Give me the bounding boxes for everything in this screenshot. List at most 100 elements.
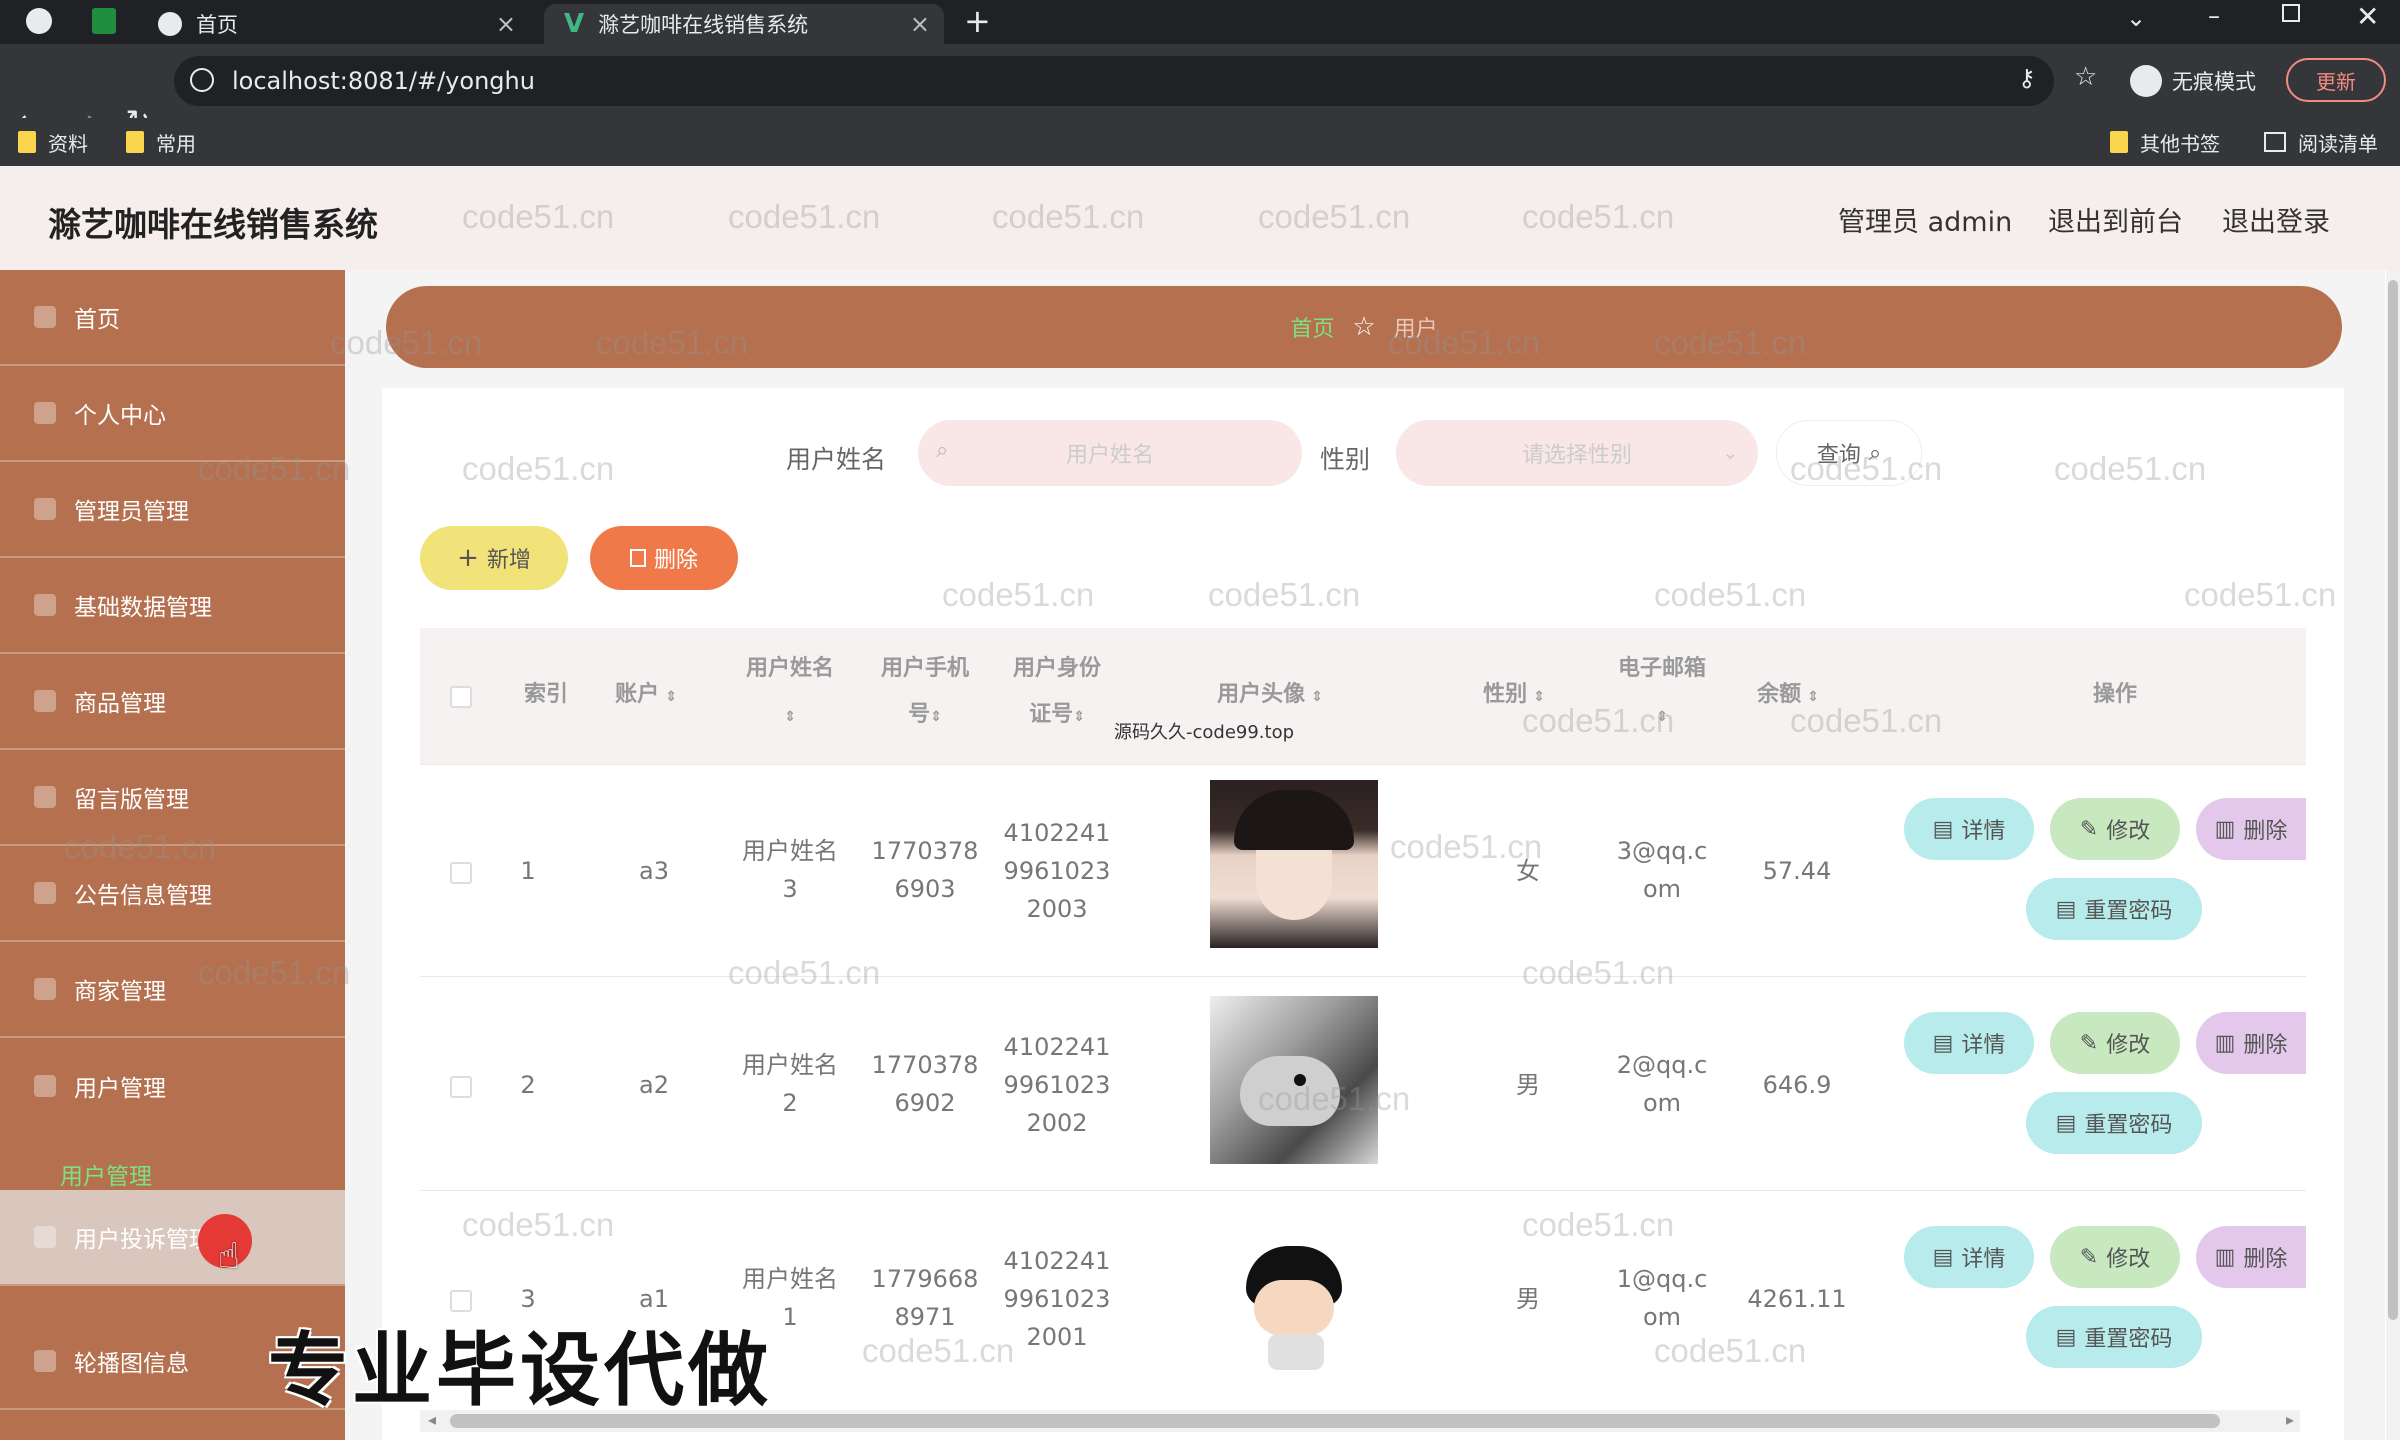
cell-phone-line1: 1779668 xyxy=(871,1265,979,1293)
col-account[interactable]: 账户 ⇕ xyxy=(600,672,692,720)
breadcrumb-home[interactable]: 首页 xyxy=(1290,311,1334,343)
incognito-badge[interactable]: 无痕模式 xyxy=(2130,60,2256,102)
delete-label: 删除 xyxy=(653,548,698,573)
watermark: code51.cn xyxy=(1654,576,1807,613)
row-checkbox[interactable] xyxy=(450,862,472,884)
reset-label: 重置密码 xyxy=(2084,1327,2173,1352)
bookmarks-bar: 资料 常用 其他书签 阅读清单 xyxy=(0,118,2400,166)
select-all-checkbox[interactable] xyxy=(450,686,472,708)
cell-id-line2: 9961023 xyxy=(1003,1285,1111,1313)
watermark: code51.cn xyxy=(198,450,351,487)
col-idcard[interactable]: 用户身份证号⇕ xyxy=(1004,646,1110,740)
cartoon-face-shape xyxy=(1254,1280,1334,1336)
name-search-input[interactable]: ⌕ 用户姓名 xyxy=(918,420,1302,486)
cell-gender: 男 xyxy=(1516,1285,1540,1313)
cell-id-line2: 9961023 xyxy=(1003,1071,1111,1099)
watermark: code51.cn xyxy=(2054,450,2207,487)
cell-id-line1: 4102241 xyxy=(1003,1247,1111,1275)
edit-button[interactable]: ✎ 修改 xyxy=(2050,798,2180,860)
gender-placeholder: 请选择性别 xyxy=(1521,443,1632,468)
edit-icon: ✎ xyxy=(2079,1244,2099,1270)
logout-link[interactable]: 退出登录 xyxy=(2222,200,2330,239)
tab-home[interactable]: 首页 × xyxy=(150,4,530,44)
update-button[interactable]: 更新 xyxy=(2286,58,2386,102)
sidebar-item-profile[interactable]: 个人中心 xyxy=(0,366,345,462)
admin-label: 管理员 admin xyxy=(1838,207,2013,238)
watermark: code51.cn xyxy=(462,1206,615,1243)
col-avatar[interactable]: 用户头像 ⇕ xyxy=(1180,672,1360,720)
promo-overlay-text: 专业毕设代做 xyxy=(268,1323,772,1417)
trash-icon: ▥ xyxy=(2214,816,2236,842)
tab-app[interactable]: V 滁艺咖啡在线销售系统 × xyxy=(544,4,944,44)
delete-button[interactable]: ▥ 删除 xyxy=(2196,1226,2306,1288)
chevron-down-icon: ⌄ xyxy=(1722,440,1739,464)
sidebar-item-users[interactable]: 用户管理 xyxy=(0,1038,345,1134)
sidebar-item-goods[interactable]: 商品管理 xyxy=(0,654,345,750)
col-phone[interactable]: 用户手机号⇕ xyxy=(872,646,978,740)
delete-button[interactable]: ▥ 删除 xyxy=(2196,798,2306,860)
tab-home-label: 首页 xyxy=(196,13,238,37)
sheet-tab-icon[interactable] xyxy=(92,8,116,34)
cell-index: 1 xyxy=(520,857,536,885)
avatar[interactable] xyxy=(1210,780,1378,948)
sidebar-item-home[interactable]: 首页 xyxy=(0,270,345,366)
restore-icon[interactable] xyxy=(2282,4,2300,22)
bookmark-folder[interactable]: 其他书签 xyxy=(2110,118,2220,166)
reset-password-button[interactable]: ▤ 重置密码 xyxy=(2026,878,2202,940)
bookmark-label: 阅读清单 xyxy=(2298,131,2378,156)
reset-password-button[interactable]: ▤ 重置密码 xyxy=(2026,1306,2202,1368)
avatar[interactable] xyxy=(1210,1210,1378,1378)
detail-button[interactable]: ▤ 详情 xyxy=(1904,1012,2034,1074)
reset-icon: ▤ xyxy=(2055,1324,2077,1350)
reset-icon: ▤ xyxy=(2055,896,2077,922)
add-button[interactable]: + 新增 xyxy=(420,526,568,590)
chevron-down-icon[interactable]: ⌄ xyxy=(2126,4,2146,32)
star-icon[interactable]: ☆ xyxy=(2074,62,2097,92)
cell-email-line1: 2@qq.c xyxy=(1616,1051,1708,1079)
scroll-right-icon[interactable]: ▸ xyxy=(2286,1410,2294,1429)
col-gender-label: 性别 xyxy=(1483,682,1528,707)
to-front-link[interactable]: 退出到前台 xyxy=(2048,200,2183,239)
edit-button[interactable]: ✎ 修改 xyxy=(2050,1012,2180,1074)
cell-name-line2: 2 xyxy=(782,1089,798,1117)
row-checkbox[interactable] xyxy=(450,1076,472,1098)
sidebar-item-complaints[interactable]: 用户投诉管理 xyxy=(0,1190,345,1286)
watermark: code51.cn xyxy=(1258,1080,1411,1117)
browser-menu-icon[interactable] xyxy=(26,8,52,34)
detail-button[interactable]: ▤ 详情 xyxy=(1904,1226,2034,1288)
folder-icon xyxy=(18,131,36,153)
vertical-scroll-thumb[interactable] xyxy=(2388,280,2398,1320)
bookmark-folder[interactable]: 常用 xyxy=(126,118,196,166)
sort-icon: ⇕ xyxy=(665,689,677,705)
notice-icon xyxy=(34,882,56,904)
edit-icon: ✎ xyxy=(2079,816,2099,842)
sidebar-item-label: 公告信息管理 xyxy=(74,883,212,909)
col-name[interactable]: 用户姓名 ⇕ xyxy=(732,646,848,740)
edit-button[interactable]: ✎ 修改 xyxy=(2050,1226,2180,1288)
batch-delete-button[interactable]: 删除 xyxy=(590,526,738,590)
gender-select[interactable]: 请选择性别 ⌄ xyxy=(1396,420,1758,486)
address-bar[interactable]: localhost:8081/#/yonghu ⚷ ☆ xyxy=(174,56,2097,106)
sidebar-item-label: 轮播图信息 xyxy=(74,1351,189,1377)
detail-button[interactable]: ▤ 详情 xyxy=(1904,798,2034,860)
col-avatar-label: 用户头像 xyxy=(1217,682,1306,707)
reading-list-icon xyxy=(2264,132,2286,152)
close-icon[interactable]: × xyxy=(496,10,516,38)
sidebar-item-basedata[interactable]: 基础数据管理 xyxy=(0,558,345,654)
cell-id-line1: 4102241 xyxy=(1003,1033,1111,1061)
detail-icon: ▤ xyxy=(1932,1244,1954,1270)
delete-button[interactable]: ▥ 删除 xyxy=(2196,1012,2306,1074)
close-window-icon[interactable]: ✕ xyxy=(2356,0,2379,33)
col-index[interactable]: 索引 xyxy=(508,672,584,718)
key-icon[interactable]: ⚷ xyxy=(2018,64,2036,92)
cell-id-line3: 2003 xyxy=(1026,895,1088,923)
minimize-icon[interactable]: – xyxy=(2208,2,2220,30)
new-tab-button[interactable]: + xyxy=(964,2,991,40)
close-icon[interactable]: × xyxy=(910,10,930,38)
reading-list[interactable]: 阅读清单 xyxy=(2264,118,2378,166)
tab-app-label: 滁艺咖啡在线销售系统 xyxy=(598,13,809,37)
bookmark-folder[interactable]: 资料 xyxy=(18,118,88,166)
reset-password-button[interactable]: ▤ 重置密码 xyxy=(2026,1092,2202,1154)
row-divider xyxy=(420,764,2306,765)
watermark: code51.cn xyxy=(1790,450,1943,487)
